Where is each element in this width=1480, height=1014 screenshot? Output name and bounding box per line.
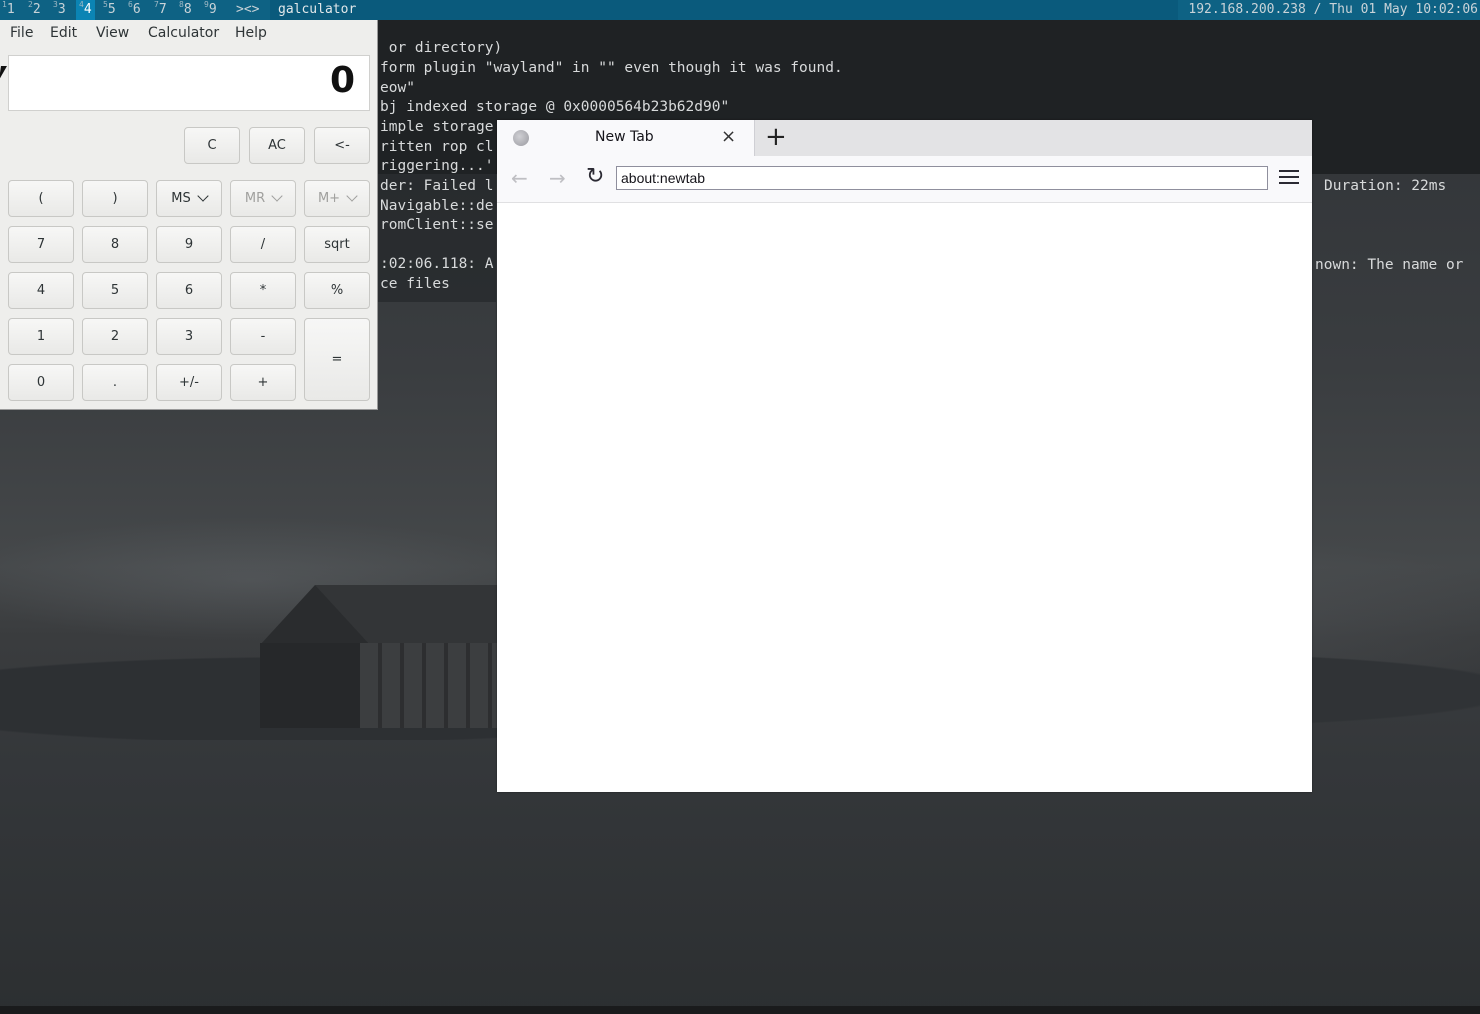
- memory-add-button[interactable]: M+: [304, 180, 370, 217]
- terminal-line-name: nown: The name or: [1315, 257, 1464, 273]
- workspace-8[interactable]: 88: [179, 0, 192, 20]
- equals-button[interactable]: =: [304, 318, 370, 401]
- minus-button[interactable]: -: [230, 318, 296, 355]
- reload-icon[interactable]: ↻: [586, 164, 604, 189]
- digit-4-button[interactable]: 4: [8, 272, 74, 309]
- chevron-down-icon: [271, 190, 283, 202]
- divide-button[interactable]: /: [230, 226, 296, 263]
- digit-6-button[interactable]: 6: [156, 272, 222, 309]
- terminal-line: bj indexed storage @ 0x0000564b23b62d90": [380, 99, 730, 115]
- workspace-2[interactable]: 22: [28, 0, 41, 20]
- terminal-line: or directory): [380, 40, 503, 56]
- digit-5-button[interactable]: 5: [82, 272, 148, 309]
- workspace-1[interactable]: 11: [2, 0, 15, 20]
- forward-arrow-icon[interactable]: →: [549, 166, 566, 190]
- terminal-line: ce files: [380, 276, 450, 292]
- hamburger-menu-icon[interactable]: [1279, 166, 1299, 188]
- layout-indicator[interactable]: ><>: [236, 0, 259, 20]
- bottom-edge: [0, 1006, 1480, 1014]
- wallpaper-barn: [260, 585, 500, 730]
- clear-button[interactable]: C: [184, 127, 240, 164]
- terminal-line: romClient::se: [380, 217, 494, 233]
- tab-strip: New Tab × +: [497, 120, 1312, 156]
- terminal-line: imple storage: [380, 119, 494, 135]
- digit-0-button[interactable]: 0: [8, 364, 74, 401]
- terminal-line-duration: Duration: 22ms: [1324, 178, 1447, 194]
- workspace-9[interactable]: 99: [204, 0, 217, 20]
- firefox-favicon-icon: [513, 130, 529, 146]
- navigation-toolbar: ← → ↻: [497, 156, 1312, 203]
- focused-window-title: galculator: [270, 0, 1178, 20]
- digit-3-button[interactable]: 3: [156, 318, 222, 355]
- memory-recall-button[interactable]: MR: [230, 180, 296, 217]
- back-arrow-icon[interactable]: ←: [511, 166, 528, 190]
- sqrt-button[interactable]: sqrt: [304, 226, 370, 263]
- menu-view[interactable]: View: [96, 25, 129, 41]
- terminal-line: :02:06.118: A: [380, 256, 494, 272]
- decimal-button[interactable]: .: [82, 364, 148, 401]
- menu-help[interactable]: Help: [235, 25, 267, 41]
- percent-button[interactable]: %: [304, 272, 370, 309]
- menu-file[interactable]: File: [10, 25, 33, 41]
- menu-calculator[interactable]: Calculator: [148, 25, 219, 41]
- new-tab-button[interactable]: +: [765, 122, 787, 152]
- terminal-line: Navigable::de: [380, 198, 494, 214]
- memory-store-button[interactable]: MS: [156, 180, 222, 217]
- close-icon[interactable]: ×: [721, 126, 736, 147]
- calculator-display: 0: [8, 55, 370, 111]
- menu-edit[interactable]: Edit: [50, 25, 77, 41]
- terminal-line: der: Failed l: [380, 178, 494, 194]
- workspace-4[interactable]: 44: [76, 0, 95, 20]
- terminal-line: form plugin "wayland" in "" even though …: [380, 60, 843, 76]
- tab-title: New Tab: [595, 129, 654, 145]
- chevron-down-icon: [197, 190, 209, 202]
- top-panel: 11 22 33 44 55 66 77 88 99 ><> galculato…: [0, 0, 1480, 20]
- display-value: 0: [329, 60, 355, 101]
- terminal-line: riggering...': [380, 158, 494, 174]
- workspace-7[interactable]: 77: [154, 0, 167, 20]
- plus-button[interactable]: +: [230, 364, 296, 401]
- all-clear-button[interactable]: AC: [249, 127, 305, 164]
- open-paren-button[interactable]: (: [8, 180, 74, 217]
- url-input[interactable]: [616, 166, 1268, 190]
- digit-7-button[interactable]: 7: [8, 226, 74, 263]
- workspace-3[interactable]: 33: [53, 0, 66, 20]
- multiply-button[interactable]: *: [230, 272, 296, 309]
- status-text: 192.168.200.238 / Thu 01 May 10:02:06: [1188, 2, 1478, 17]
- backspace-button[interactable]: <-: [314, 127, 370, 164]
- digit-9-button[interactable]: 9: [156, 226, 222, 263]
- chevron-down-icon: [346, 190, 358, 202]
- terminal-line: eow": [380, 80, 415, 96]
- tab-new-tab[interactable]: New Tab ×: [497, 120, 755, 156]
- galculator-window: File Edit View Calculator Help 0 C AC <-…: [0, 20, 378, 410]
- browser-window: New Tab × + ← → ↻: [497, 120, 1312, 792]
- workspace-6[interactable]: 66: [128, 0, 141, 20]
- digit-2-button[interactable]: 2: [82, 318, 148, 355]
- close-paren-button[interactable]: ): [82, 180, 148, 217]
- digit-1-button[interactable]: 1: [8, 318, 74, 355]
- negate-button[interactable]: +/-: [156, 364, 222, 401]
- digit-8-button[interactable]: 8: [82, 226, 148, 263]
- terminal-line: ritten rop cl: [380, 139, 494, 155]
- workspace-5[interactable]: 55: [103, 0, 116, 20]
- calculator-menubar: File Edit View Calculator Help: [0, 20, 378, 46]
